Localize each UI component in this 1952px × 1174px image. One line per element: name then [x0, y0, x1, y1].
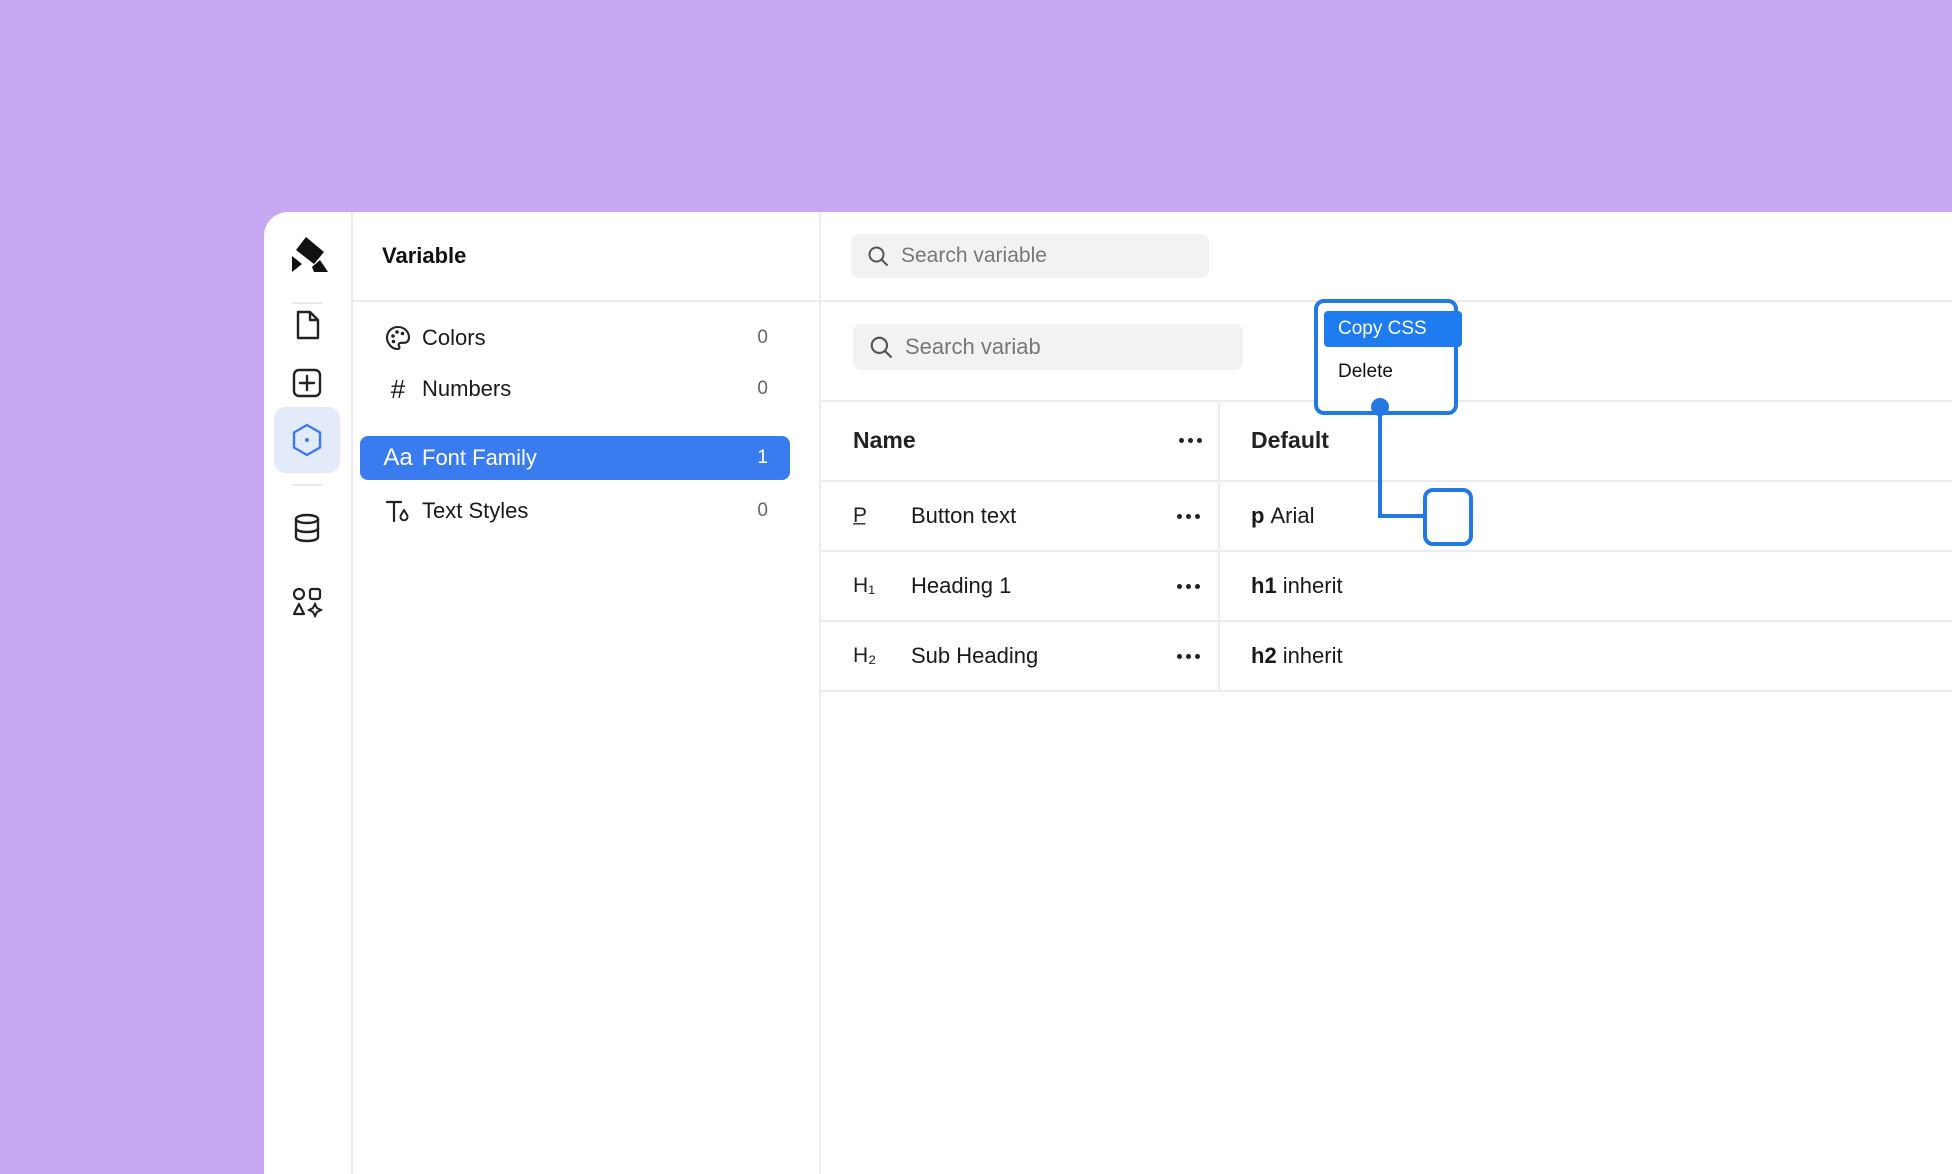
table-row[interactable]: H₂ Sub Heading h2 inherit [821, 622, 1952, 692]
default-column-header: Default [1251, 426, 1329, 453]
app-window: Variable Colors 0 # Numbers 0 Aa Font Fa… [264, 212, 1952, 1174]
context-menu: Copy CSS Delete [1314, 299, 1462, 415]
category-colors[interactable]: Colors 0 [360, 316, 790, 360]
heading-1-icon: H₁ [853, 574, 876, 597]
palette-icon [382, 324, 414, 352]
category-label: Colors [422, 325, 486, 350]
variable-name: Heading 1 [911, 573, 1012, 598]
variable-search[interactable] [853, 324, 1243, 370]
category-count: 0 [757, 500, 768, 521]
category-text-styles[interactable]: Text Styles 0 [360, 489, 790, 533]
file-icon [292, 309, 322, 341]
default-value: Arial [1270, 503, 1315, 528]
category-label: Numbers [422, 376, 512, 401]
variable-search-input[interactable] [903, 333, 1243, 361]
variables-button[interactable] [274, 407, 340, 473]
variable-name: Button text [911, 503, 1017, 528]
column-divider [1218, 552, 1220, 620]
top-search-input[interactable] [899, 243, 1209, 269]
tag-label: h2 [1251, 643, 1277, 668]
variable-default: p Arial [1251, 503, 1314, 529]
table-row[interactable]: H₁ Heading 1 h1 inherit [821, 552, 1952, 622]
pages-button[interactable] [274, 292, 340, 358]
default-value: inherit [1282, 573, 1343, 598]
rail-divider [292, 484, 322, 486]
variables-table: Name Default P̲ Button text p Arial H₁ He… [821, 400, 1952, 692]
connector-line [1378, 514, 1426, 518]
header-more-button[interactable] [1173, 428, 1207, 452]
plus-square-icon [291, 367, 323, 399]
copy-css-menu-item[interactable]: Copy CSS [1324, 311, 1462, 347]
database-icon [292, 512, 322, 544]
column-divider [1218, 400, 1220, 480]
category-count: 0 [757, 378, 768, 399]
font-aa-icon: Aa [383, 444, 413, 471]
heading-2-icon: H₂ [853, 644, 877, 667]
app-logo-icon[interactable] [288, 234, 330, 276]
tag-label: p [1251, 503, 1265, 528]
hash-icon: # [390, 373, 406, 404]
top-search[interactable] [851, 234, 1209, 278]
icon-rail [264, 212, 353, 1174]
panel-title: Variable [352, 212, 819, 302]
connector-line [1378, 410, 1382, 518]
variable-default: h2 inherit [1251, 643, 1343, 669]
variable-panel: Variable Colors 0 # Numbers 0 Aa Font Fa… [352, 212, 821, 1174]
column-divider [1218, 482, 1220, 550]
delete-menu-item[interactable]: Delete [1338, 361, 1393, 383]
category-font-family[interactable]: Aa Font Family 1 [360, 436, 790, 480]
variables-main: Name Default P̲ Button text pArial H₁ He… [821, 212, 1952, 1174]
top-bar [821, 212, 1952, 302]
variable-name: Sub Heading [911, 643, 1039, 668]
row-more-button[interactable] [1171, 644, 1205, 668]
text-style-icon [382, 497, 414, 525]
category-numbers[interactable]: # Numbers 0 [360, 367, 790, 411]
highlight-frame [1423, 488, 1473, 546]
category-count: 0 [757, 327, 768, 348]
name-column-header: Name [853, 426, 916, 453]
search-icon [869, 335, 893, 359]
shapes-icon [291, 586, 323, 618]
hexagon-icon [290, 422, 324, 458]
category-label: Font Family [422, 445, 537, 470]
tag-label: h1 [1251, 573, 1277, 598]
components-button[interactable] [274, 569, 340, 635]
column-divider [1218, 622, 1220, 690]
paragraph-icon: P̲ [853, 504, 868, 527]
variable-default: h1 inherit [1251, 573, 1343, 599]
category-label: Text Styles [422, 498, 529, 523]
category-count: 1 [757, 447, 768, 468]
database-button[interactable] [274, 495, 340, 561]
row-more-button[interactable] [1171, 504, 1205, 528]
row-more-button[interactable] [1171, 574, 1205, 598]
default-value: inherit [1282, 643, 1343, 668]
search-icon [867, 245, 889, 267]
